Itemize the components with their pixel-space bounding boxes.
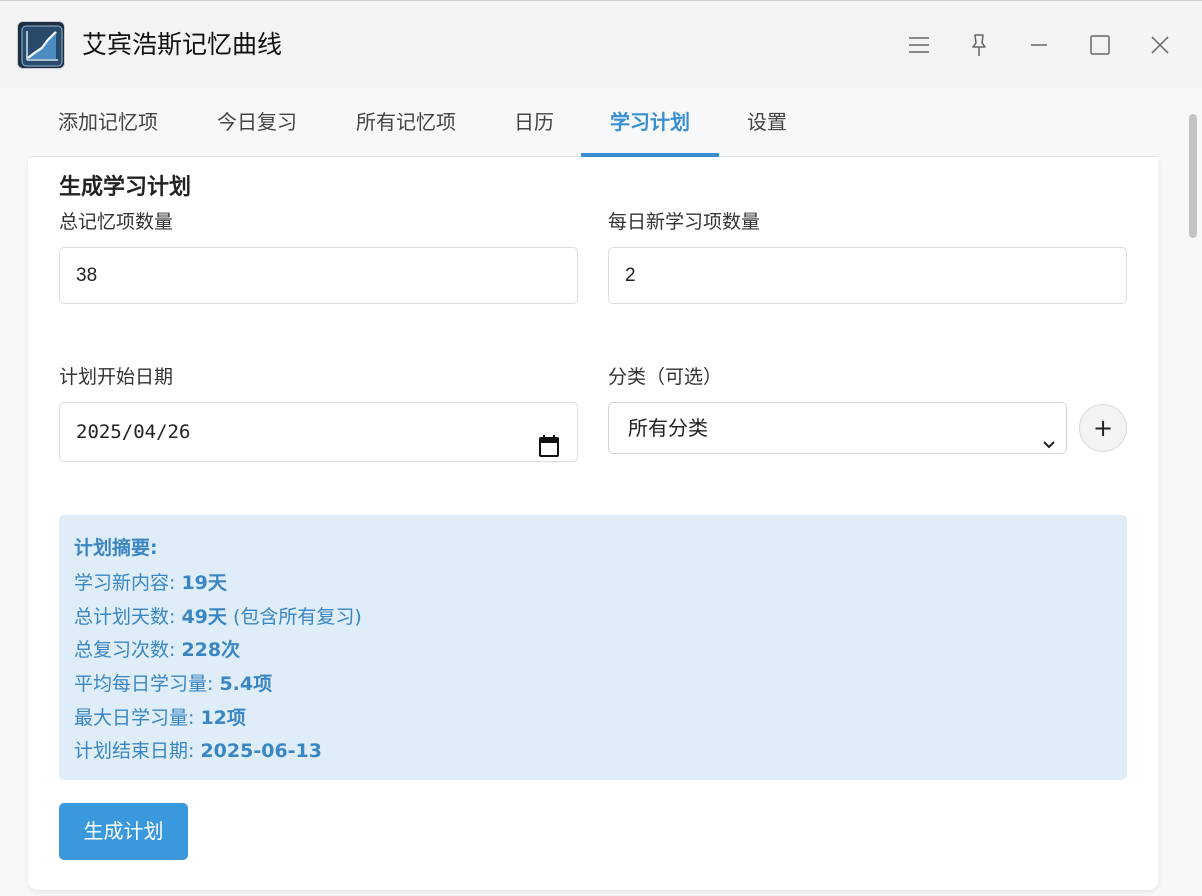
add-category-button[interactable]: + bbox=[1079, 404, 1127, 452]
calendar-icon[interactable] bbox=[539, 422, 559, 480]
generate-plan-button[interactable]: 生成计划 bbox=[59, 803, 188, 860]
summary-total-reviews: 总复习次数: 228次 bbox=[74, 639, 241, 662]
total-items-label: 总记忆项数量 bbox=[59, 211, 174, 233]
start-date-value: 2025/04/26 bbox=[76, 421, 191, 443]
menu-icon[interactable] bbox=[899, 25, 939, 65]
tab-bar: 添加记忆项 今日复习 所有记忆项 日历 学习计划 设置 bbox=[28, 88, 1158, 157]
plan-summary: 计划摘要: 学习新内容: 19天 总计划天数: 49天 (包含所有复习) 总复习… bbox=[59, 515, 1127, 780]
summary-end-date: 计划结束日期: 2025-06-13 bbox=[74, 740, 322, 763]
summary-total-days: 总计划天数: 49天 (包含所有复习) bbox=[74, 605, 362, 628]
start-date-label: 计划开始日期 bbox=[59, 366, 174, 388]
chevron-down-icon bbox=[1042, 420, 1056, 470]
app-logo-icon bbox=[17, 21, 65, 69]
summary-title: 计划摘要: bbox=[74, 537, 158, 559]
close-icon[interactable] bbox=[1140, 25, 1180, 65]
maximize-icon[interactable] bbox=[1080, 25, 1120, 65]
app-title: 艾宾浩斯记忆曲线 bbox=[82, 30, 283, 59]
title-bar: 艾宾浩斯记忆曲线 bbox=[0, 0, 1202, 88]
summary-avg-daily: 平均每日学习量: 5.4项 bbox=[74, 673, 273, 696]
minimize-icon[interactable] bbox=[1019, 25, 1059, 65]
scrollbar-thumb[interactable] bbox=[1189, 114, 1197, 238]
total-items-input[interactable]: 38 bbox=[59, 247, 578, 304]
tab-calendar[interactable]: 日历 bbox=[512, 88, 556, 157]
tab-study-plan[interactable]: 学习计划 bbox=[581, 88, 719, 157]
start-date-input[interactable]: 2025/04/26 bbox=[59, 402, 578, 462]
daily-new-input[interactable]: 2 bbox=[608, 247, 1127, 304]
plus-icon: + bbox=[1092, 414, 1114, 442]
tab-today-review[interactable]: 今日复习 bbox=[214, 88, 300, 157]
category-select-value: 所有分类 bbox=[628, 416, 708, 440]
section-title: 生成学习计划 bbox=[59, 175, 192, 200]
tab-all-items[interactable]: 所有记忆项 bbox=[352, 88, 460, 157]
daily-new-label: 每日新学习项数量 bbox=[608, 211, 761, 233]
tab-settings[interactable]: 设置 bbox=[745, 88, 789, 157]
category-label: 分类（可选） bbox=[608, 366, 723, 388]
study-plan-card: 生成学习计划 总记忆项数量 38 每日新学习项数量 2 计划开始日期 2025/… bbox=[28, 157, 1158, 890]
main-area: 添加记忆项 今日复习 所有记忆项 日历 学习计划 设置 生成学习计划 总记忆项数… bbox=[0, 88, 1202, 896]
category-select[interactable]: 所有分类 bbox=[608, 402, 1067, 454]
tab-add-item[interactable]: 添加记忆项 bbox=[55, 88, 161, 157]
pin-icon[interactable] bbox=[959, 25, 999, 65]
summary-learn-new: 学习新内容: 19天 bbox=[74, 572, 227, 594]
summary-max-daily: 最大日学习量: 12项 bbox=[74, 706, 246, 729]
